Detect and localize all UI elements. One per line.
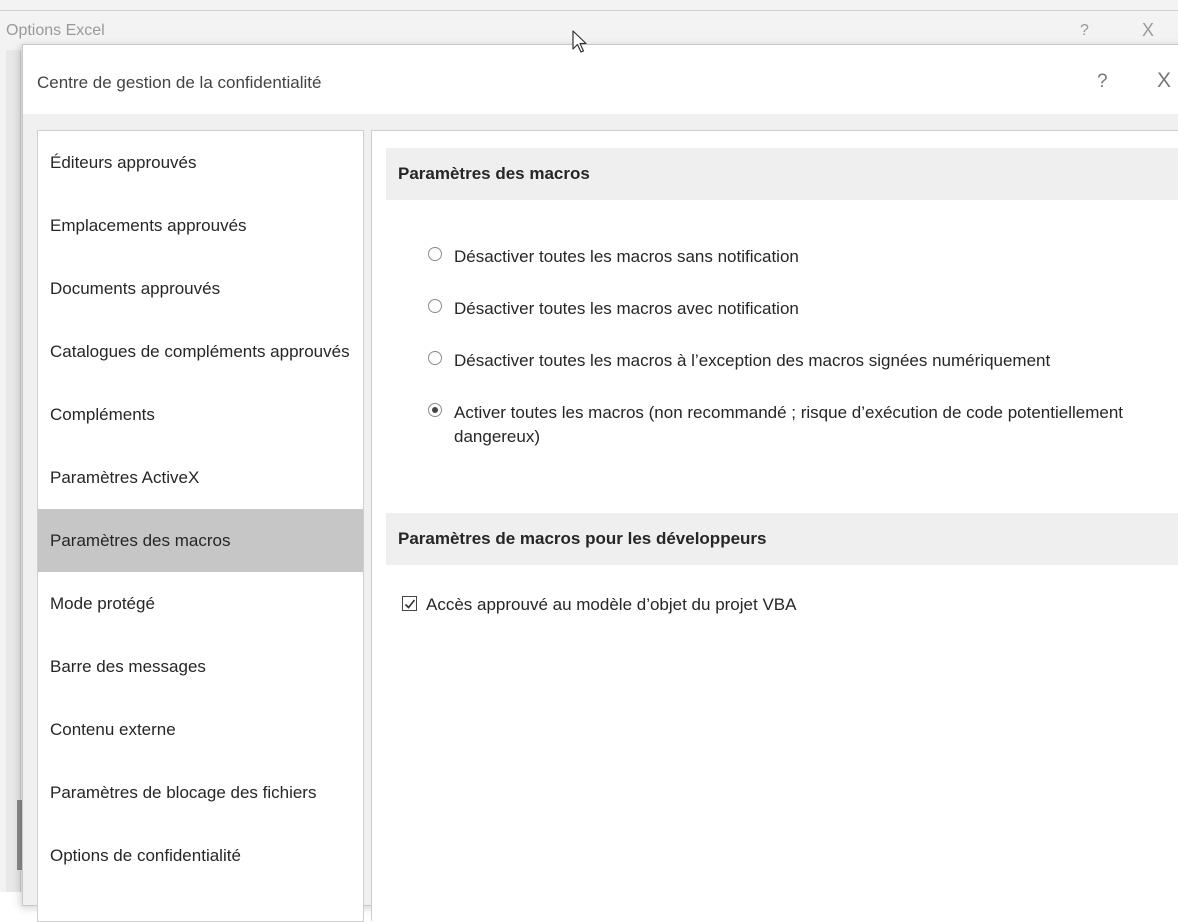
- parent-window-edge: [0, 10, 1178, 11]
- parent-window-title: Options Excel: [6, 22, 105, 39]
- trust-center-dialog: Centre de gestion de la confidentialité …: [22, 44, 1178, 922]
- nav-item[interactable]: Documents approuvés: [38, 257, 363, 320]
- radio-label: Activer toutes les macros (non recommand…: [454, 403, 1124, 446]
- nav-item[interactable]: Contenu externe: [38, 698, 363, 761]
- radio-button[interactable]: [428, 247, 442, 261]
- trust-center-navigation: Éditeurs approuvés Emplacements approuvés…: [37, 130, 364, 922]
- radio-label: Désactiver toutes les macros sans notifi…: [454, 247, 799, 266]
- macro-settings-pane: Paramètres des macros Désactiver toutes …: [371, 130, 1178, 921]
- nav-item[interactable]: Barre des messages: [38, 635, 363, 698]
- developer-settings-header: Paramètres de macros pour les développeu…: [386, 513, 1178, 565]
- nav-item[interactable]: Emplacements approuvés: [38, 194, 363, 257]
- parent-help-button[interactable]: ?: [1080, 22, 1089, 40]
- radio-button[interactable]: [428, 299, 442, 313]
- radio-label: Désactiver toutes les macros avec notifi…: [454, 299, 799, 318]
- nav-item[interactable]: Options de confidentialité: [38, 824, 363, 887]
- nav-item[interactable]: Paramètres des macros: [38, 509, 363, 572]
- nav-item[interactable]: Paramètres de blocage des fichiers: [38, 761, 363, 824]
- radio-button[interactable]: [428, 403, 442, 417]
- vba-access-checkbox[interactable]: [402, 596, 417, 611]
- dialog-body: Éditeurs approuvés Emplacements approuvés…: [23, 114, 1178, 922]
- dialog-title: Centre de gestion de la confidentialité: [37, 73, 322, 92]
- nav-item[interactable]: Compléments: [38, 383, 363, 446]
- close-button[interactable]: X: [1157, 69, 1171, 93]
- radio-button[interactable]: [428, 351, 442, 365]
- checkmark-icon: [404, 599, 416, 609]
- macro-settings-header: Paramètres des macros: [386, 148, 1178, 200]
- radio-label: Désactiver toutes les macros à l’excepti…: [454, 351, 1051, 370]
- nav-item[interactable]: Mode protégé: [38, 572, 363, 635]
- nav-item[interactable]: Paramètres ActiveX: [38, 446, 363, 509]
- mouse-pointer-icon: [572, 30, 587, 53]
- parent-close-button[interactable]: X: [1142, 20, 1154, 41]
- nav-item[interactable]: Catalogues de compléments approuvés: [38, 320, 363, 383]
- nav-item[interactable]: Éditeurs approuvés: [38, 131, 363, 194]
- vba-access-label: Accès approuvé au modèle d’objet du proj…: [426, 595, 797, 614]
- help-button[interactable]: ?: [1097, 71, 1108, 93]
- parent-window-sidebar: [6, 50, 21, 892]
